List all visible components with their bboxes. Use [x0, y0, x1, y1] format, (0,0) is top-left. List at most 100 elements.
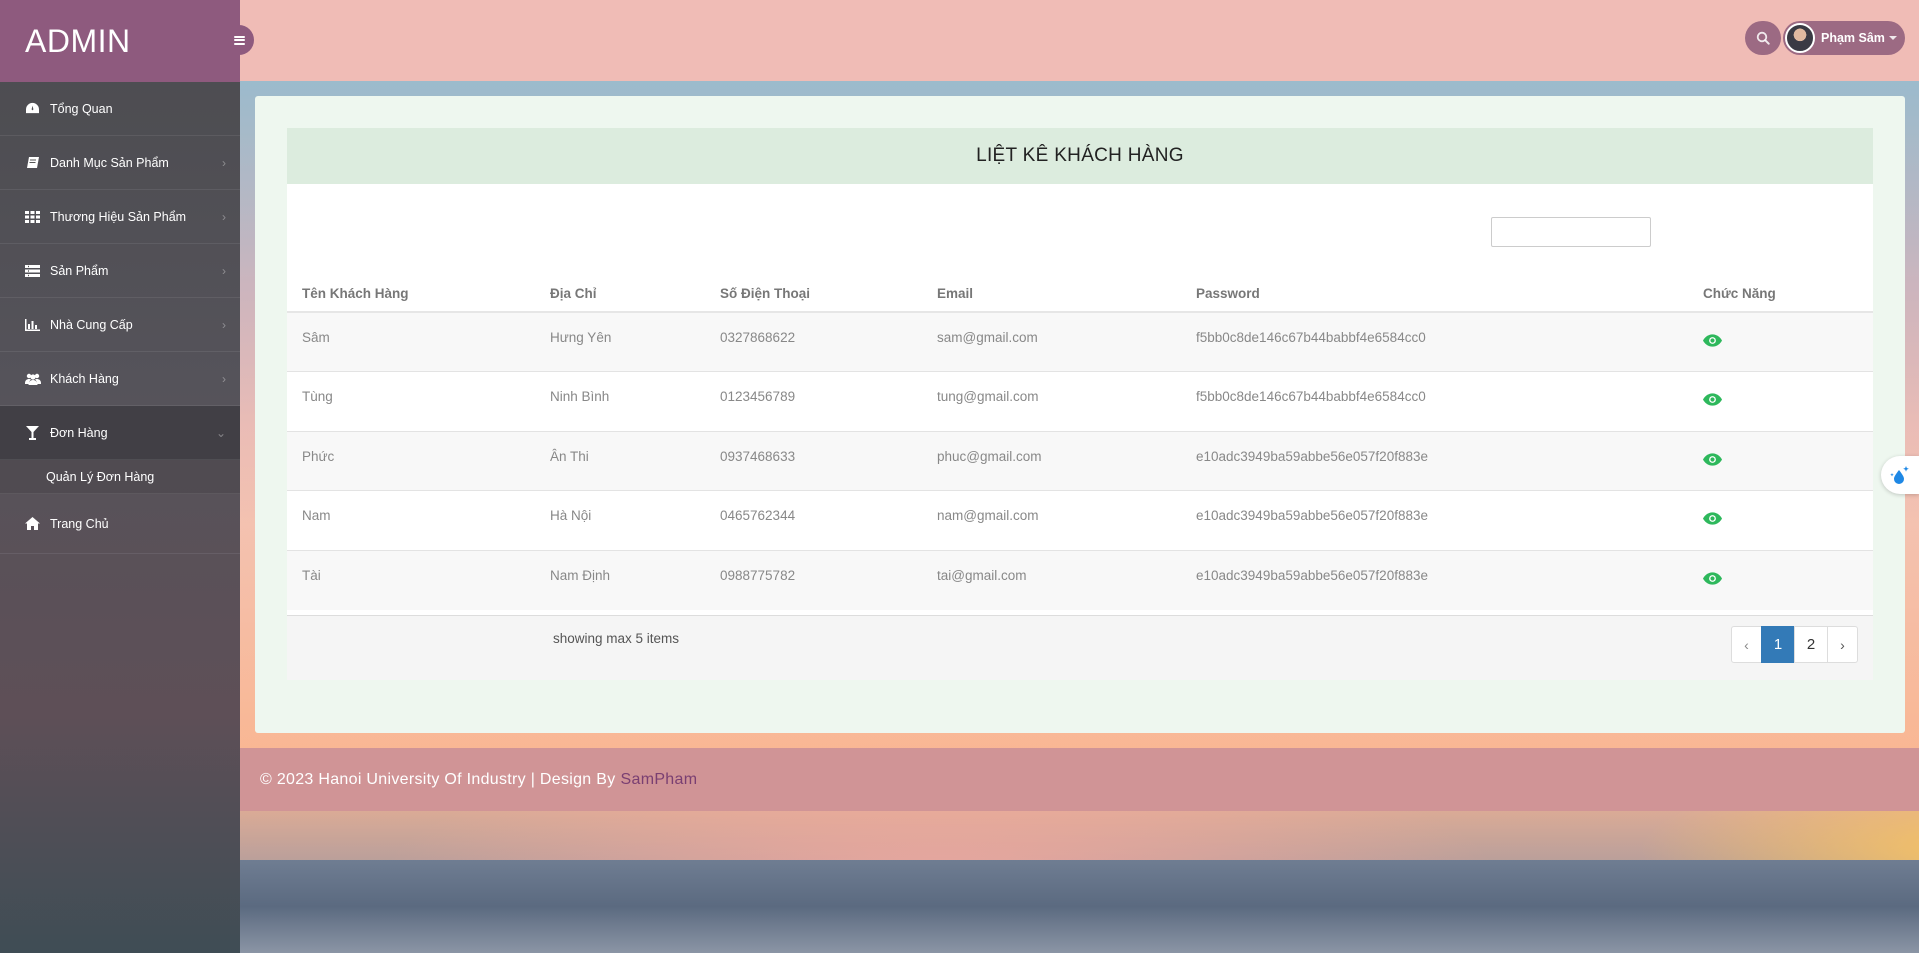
table-row: Phức Ân Thi 0937468633 phuc@gmail.com e1…	[287, 430, 1873, 491]
cell-email: nam@gmail.com	[922, 490, 1181, 550]
sidebar-item-label: Thương Hiệu Sản Phẩm	[50, 209, 187, 224]
user-menu-dropdown[interactable]: Phạm Sâm	[1783, 21, 1905, 55]
cell-address: Hà Nội	[535, 490, 705, 550]
column-header[interactable]: Password	[1181, 276, 1688, 313]
caret-down-icon	[1888, 36, 1897, 40]
column-header[interactable]: Địa Chỉ	[535, 276, 705, 313]
table-row: Sâm Hưng Yên 0327868622 sam@gmail.com f5…	[287, 311, 1873, 372]
sidebar-item-label: Danh Mục Sản Phẩm	[50, 155, 169, 170]
cell-actions	[1688, 311, 1873, 372]
sidebar-subitem-label: Quản Lý Đơn Hàng	[46, 469, 155, 484]
sidebar-item-label: Nhà Cung Cấp	[50, 317, 133, 332]
cell-address: Ân Thi	[535, 430, 705, 491]
cell-actions	[1688, 490, 1873, 550]
pagination: ‹ 1 2 ›	[1731, 626, 1858, 663]
cell-actions	[1688, 430, 1873, 491]
search-icon	[1756, 31, 1770, 45]
cell-phone: 0123456789	[705, 371, 922, 431]
users-icon	[24, 372, 41, 386]
chevron-right-icon: ›	[222, 317, 226, 332]
sidebar-item-don-hang[interactable]: Đơn Hàng ⌄	[0, 406, 240, 460]
cell-email: phuc@gmail.com	[922, 430, 1181, 491]
sidebar-item-nha-cung-cap[interactable]: Nhà Cung Cấp ›	[0, 298, 240, 352]
pagination-next[interactable]: ›	[1827, 626, 1858, 663]
sidebar-item-label: Sản Phẩm	[50, 263, 109, 278]
cell-address: Hưng Yên	[535, 311, 705, 372]
customers-table: Tên Khách Hàng Địa Chỉ Số Điện Thoại Ema…	[287, 276, 1873, 610]
bar-chart-icon	[24, 318, 41, 332]
cell-actions	[1688, 371, 1873, 431]
hamburger-icon	[233, 35, 245, 45]
cell-name: Sâm	[287, 311, 535, 372]
eye-icon[interactable]	[1703, 571, 1722, 585]
eye-icon[interactable]	[1703, 393, 1722, 406]
pagination-prev[interactable]: ‹	[1731, 626, 1762, 663]
eye-icon[interactable]	[1703, 452, 1722, 466]
table-footer: showing max 5 items ‹ 1 2 ›	[287, 615, 1873, 680]
sidebar-toggle-button[interactable]	[224, 25, 254, 55]
background-sea	[240, 860, 1919, 953]
cell-name: Nam	[287, 490, 535, 550]
cell-password: f5bb0c8de146c67b44babbf4e6584cc0	[1181, 311, 1688, 372]
sidebar-item-thuong-hieu[interactable]: Thương Hiệu Sản Phẩm ›	[0, 190, 240, 244]
cell-phone: 0465762344	[705, 490, 922, 550]
brand: ADMIN	[0, 0, 254, 82]
grid-icon	[24, 210, 41, 224]
cell-email: sam@gmail.com	[922, 311, 1181, 372]
column-header[interactable]: Số Điện Thoại	[705, 276, 922, 313]
column-header[interactable]: Tên Khách Hàng	[287, 276, 535, 313]
cell-phone: 0327868622	[705, 311, 922, 372]
cell-password: e10adc3949ba59abbe56e057f20f883e	[1181, 549, 1688, 610]
eye-icon[interactable]	[1703, 512, 1722, 525]
cell-name: Phức	[287, 430, 535, 491]
cell-password: e10adc3949ba59abbe56e057f20f883e	[1181, 430, 1688, 491]
sidebar-item-label: Đơn Hàng	[50, 425, 108, 440]
sidebar-subitem-quan-ly-don-hang[interactable]: Quản Lý Đơn Hàng	[0, 460, 240, 494]
sidebar-item-tong-quan[interactable]: Tổng Quan	[0, 82, 240, 136]
dashboard-icon	[24, 102, 41, 116]
sidebar-item-trang-chu[interactable]: Trang Chủ	[0, 494, 240, 554]
sidebar-item-label: Tổng Quan	[50, 101, 113, 116]
sidebar: ADMIN Tổng Quan Danh Mục Sản Phẩm › Thươ…	[0, 0, 254, 953]
cell-phone: 0988775782	[705, 549, 922, 610]
home-icon	[24, 517, 41, 531]
column-header[interactable]: Chức Năng	[1688, 276, 1873, 313]
cell-actions	[1688, 549, 1873, 610]
droplet-sparkle-icon	[1890, 466, 1909, 484]
sidebar-item-label: Khách Hàng	[50, 371, 119, 386]
sidebar-item-khach-hang[interactable]: Khách Hàng ›	[0, 352, 240, 406]
filter-input[interactable]	[1491, 217, 1651, 247]
book-icon	[24, 156, 41, 170]
customer-list-card: LIỆT KÊ KHÁCH HÀNG Tên Khách Hàng Địa Ch…	[287, 128, 1873, 680]
table-row: Tùng Ninh Bình 0123456789 tung@gmail.com…	[287, 371, 1873, 431]
pagination-page-1[interactable]: 1	[1761, 626, 1795, 663]
pagination-page-2[interactable]: 2	[1794, 626, 1828, 663]
footer-author-link[interactable]: SamPham	[621, 771, 698, 789]
chevron-right-icon: ›	[222, 155, 226, 170]
column-header[interactable]: Email	[922, 276, 1181, 313]
chevron-down-icon: ⌄	[215, 425, 226, 440]
cell-name: Tài	[287, 549, 535, 610]
page-title: LIỆT KÊ KHÁCH HÀNG	[287, 128, 1873, 184]
showing-count: showing max 5 items	[553, 631, 680, 646]
search-button[interactable]	[1745, 21, 1781, 55]
cell-password: f5bb0c8de146c67b44babbf4e6584cc0	[1181, 371, 1688, 431]
chevron-right-icon: ›	[222, 209, 226, 224]
cell-email: tai@gmail.com	[922, 549, 1181, 610]
sidebar-item-danh-muc[interactable]: Danh Mục Sản Phẩm ›	[0, 136, 240, 190]
cell-email: tung@gmail.com	[922, 371, 1181, 431]
cell-address: Nam Định	[535, 549, 705, 610]
main-panel: LIỆT KÊ KHÁCH HÀNG Tên Khách Hàng Địa Ch…	[255, 96, 1905, 733]
glass-icon	[24, 425, 41, 440]
footer-text: © 2023 Hanoi University Of Industry | De…	[260, 770, 616, 788]
table-row: Tài Nam Định 0988775782 tai@gmail.com e1…	[287, 549, 1873, 610]
sidebar-item-san-pham[interactable]: Sản Phẩm ›	[0, 244, 240, 298]
cell-address: Ninh Bình	[535, 371, 705, 431]
cell-phone: 0937468633	[705, 430, 922, 491]
avatar	[1785, 23, 1815, 53]
sidebar-item-label: Trang Chủ	[50, 516, 109, 531]
cell-name: Tùng	[287, 371, 535, 431]
chevron-right-icon: ›	[222, 371, 226, 386]
floating-helper-button[interactable]	[1881, 456, 1919, 494]
eye-icon[interactable]	[1703, 334, 1722, 347]
